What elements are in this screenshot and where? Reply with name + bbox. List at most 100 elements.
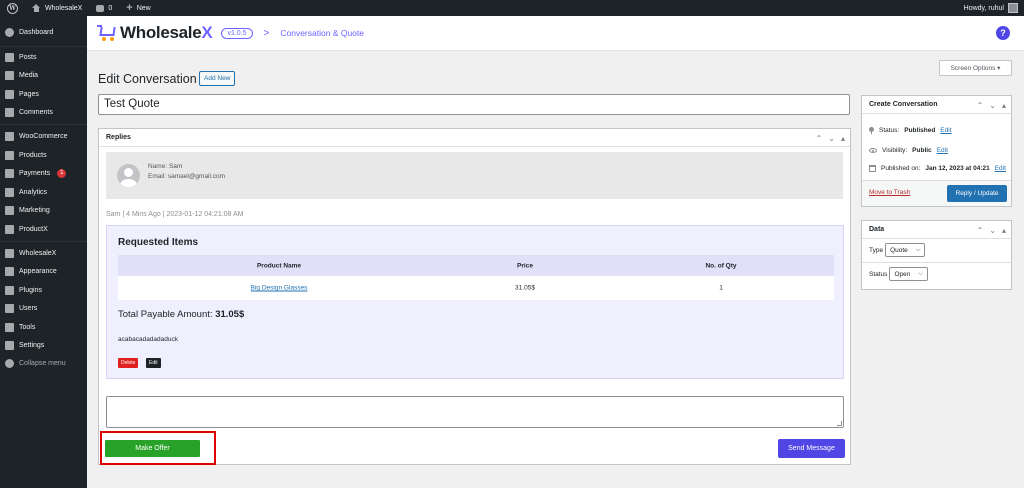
status-label: Status	[869, 270, 888, 278]
media-icon	[5, 70, 14, 80]
products-icon	[5, 150, 14, 160]
panel-title: Data	[869, 226, 885, 233]
toggle-panel-icon[interactable]: ▴	[1002, 101, 1006, 110]
toggle-panel-icon[interactable]: ▴	[841, 134, 845, 143]
appearance-icon	[5, 266, 14, 276]
publish-actions: Move to Trash Reply / Update	[862, 180, 1011, 206]
sidebar-item-payments[interactable]: Payments 1	[0, 165, 87, 181]
panel-title: Replies	[106, 134, 131, 141]
sidebar-item-settings[interactable]: Settings	[0, 337, 87, 353]
add-new-button[interactable]: Add New	[199, 71, 236, 86]
chevron-right-icon: >	[263, 27, 270, 39]
account-menu[interactable]: Howdy, ruhul	[957, 0, 1024, 16]
collapse-menu-button[interactable]: Collapse menu	[0, 355, 87, 371]
site-name-menu[interactable]: WholesaleX	[25, 0, 89, 16]
wholesalex-logo-icon	[97, 25, 117, 41]
create-conversation-panel: Create Conversation ⌃ ⌄ ▴ Status: Publis…	[861, 95, 1012, 207]
move-down-icon[interactable]: ⌄	[828, 134, 835, 143]
edit-published-link[interactable]: Edit	[995, 165, 1006, 172]
panel-header: Replies	[99, 129, 850, 147]
title-input[interactable]: Test Quote	[98, 94, 850, 115]
data-panel: Data ⌃ ⌄ ▴ Type Quote ⌵ Status Open ⌵	[861, 220, 1012, 290]
product-qty: 1	[719, 284, 723, 292]
send-message-button[interactable]: Send Message	[778, 439, 845, 458]
published-line: Published on: Jan 12, 2023 at 04:21 Edit	[869, 165, 1006, 172]
sidebar-item-products[interactable]: Products	[0, 147, 87, 163]
site-name: WholesaleX	[45, 4, 83, 12]
delete-button[interactable]: Delete	[118, 358, 139, 368]
toggle-panel-icon[interactable]: ▴	[1002, 226, 1006, 235]
menu-separator	[0, 46, 87, 47]
chevron-down-icon: ⌵	[918, 270, 923, 277]
move-down-icon[interactable]: ⌄	[989, 226, 996, 235]
edit-visibility-link[interactable]: Edit	[937, 147, 948, 154]
sidebar-item-comments[interactable]: Comments	[0, 104, 87, 120]
sidebar-item-woocommerce[interactable]: WooCommerce	[0, 128, 87, 144]
sidebar-item-marketing[interactable]: Marketing	[0, 202, 87, 218]
collapse-icon	[5, 358, 14, 368]
sidebar-item-label: Settings	[19, 341, 45, 349]
sidebar-item-label: Products	[19, 151, 47, 159]
plugins-icon	[5, 285, 14, 295]
reply-textarea[interactable]	[106, 396, 844, 428]
status-select[interactable]: Open ⌵	[889, 267, 928, 281]
dashboard-icon	[5, 27, 14, 37]
make-offer-button[interactable]: Make Offer	[105, 440, 200, 457]
panel-controls: ⌃ ⌄ ▴	[977, 221, 1006, 239]
breadcrumb[interactable]: Conversation & Quote	[280, 28, 364, 38]
settings-icon	[5, 340, 14, 350]
type-row: Type Quote ⌵	[869, 243, 926, 257]
help-icon[interactable]: ?	[996, 26, 1010, 40]
status-row: Status Open ⌵	[869, 267, 928, 281]
move-up-icon[interactable]: ⌃	[977, 226, 984, 235]
screen-options-button[interactable]: Screen Options ▾	[939, 60, 1012, 76]
move-to-trash-link[interactable]: Move to Trash	[869, 189, 910, 196]
sidebar-item-pages[interactable]: Pages	[0, 86, 87, 102]
product-link[interactable]: Big Design Glasses	[251, 285, 308, 292]
sidebar-item-plugins[interactable]: Plugins	[0, 282, 87, 298]
visibility-label: Visibility:	[882, 147, 908, 154]
resize-handle-icon[interactable]	[837, 421, 842, 426]
type-label: Type	[869, 246, 884, 254]
requested-items-title: Requested Items	[118, 237, 199, 248]
wp-logo-menu[interactable]: W	[0, 0, 25, 16]
sidebar-item-posts[interactable]: Posts	[0, 49, 87, 65]
sidebar-item-label: Plugins	[19, 286, 42, 294]
move-up-icon[interactable]: ⌃	[816, 134, 823, 143]
edit-button[interactable]: Edit	[146, 358, 161, 368]
sidebar-item-media[interactable]: Media	[0, 67, 87, 83]
users-icon	[5, 303, 14, 313]
wholesalex-header: WholesaleX v1.0.5 > Conversation & Quote…	[87, 16, 1024, 51]
new-content-menu[interactable]: + New	[119, 0, 157, 16]
reply-update-button[interactable]: Reply / Update	[947, 185, 1007, 202]
howdy-text: Howdy, ruhul	[963, 4, 1004, 12]
analytics-icon	[5, 187, 14, 197]
sidebar-item-wholesalex[interactable]: WholesaleX	[0, 245, 87, 261]
type-select[interactable]: Quote ⌵	[885, 243, 926, 257]
sidebar-item-productx[interactable]: ProductX	[0, 221, 87, 237]
published-value: Jan 12, 2023 at 04:21	[925, 165, 990, 172]
sidebar-item-users[interactable]: Users	[0, 300, 87, 316]
sidebar-item-label: Appearance	[19, 267, 57, 275]
sidebar-item-dashboard[interactable]: Dashboard	[0, 24, 87, 40]
sidebar-item-label: Analytics	[19, 188, 48, 196]
pages-icon	[5, 89, 14, 99]
move-down-icon[interactable]: ⌄	[989, 101, 996, 110]
sender-name: Name: Sam	[148, 163, 183, 170]
chevron-down-icon: ⌵	[915, 246, 921, 253]
status-line: Status: Published Edit	[869, 127, 952, 134]
move-up-icon[interactable]: ⌃	[977, 101, 984, 110]
sidebar-item-label: Posts	[19, 53, 37, 61]
status-value: Open	[894, 270, 911, 278]
sidebar-item-tools[interactable]: Tools	[0, 319, 87, 335]
visibility-value: Public	[912, 147, 932, 154]
sender-email: Email: samael@gmail.com	[148, 173, 226, 180]
wholesalex-logo[interactable]: WholesaleX	[120, 23, 213, 43]
sidebar-item-analytics[interactable]: Analytics	[0, 184, 87, 200]
sidebar-item-label: Media	[19, 71, 39, 79]
marketing-icon	[5, 205, 14, 215]
edit-status-link[interactable]: Edit	[940, 127, 951, 134]
sidebar-item-appearance[interactable]: Appearance	[0, 263, 87, 279]
comments-menu[interactable]: 0	[89, 0, 119, 16]
message-header: Name: Sam Email: samael@gmail.com	[106, 152, 843, 199]
